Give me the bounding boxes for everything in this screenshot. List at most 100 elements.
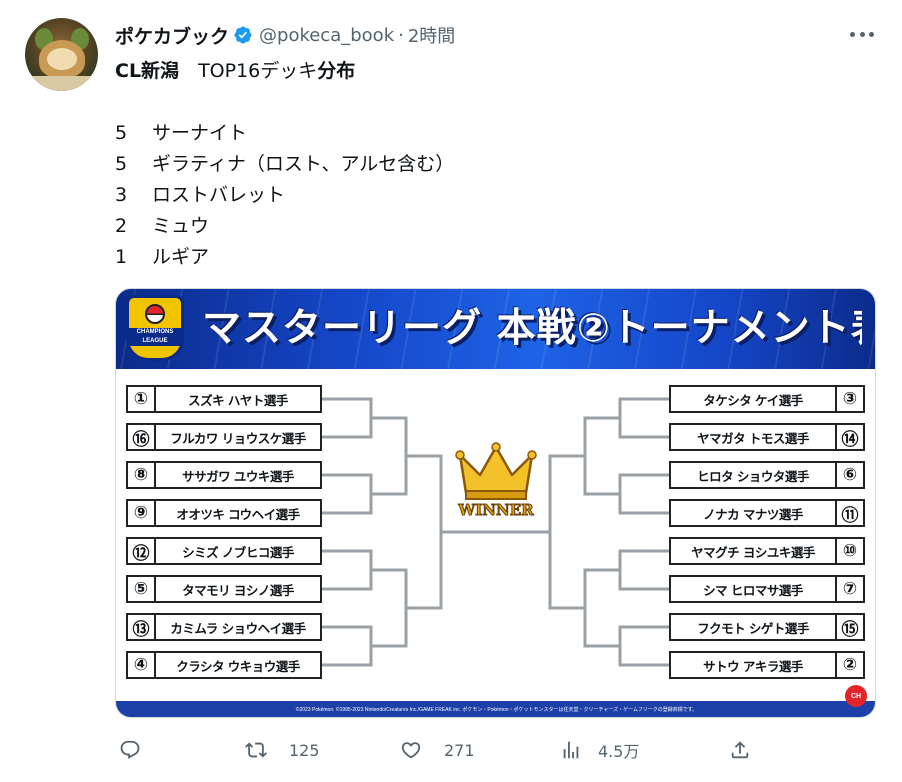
deck-name: ミュウ — [152, 215, 210, 237]
separator-dot: · — [398, 24, 404, 46]
seed-number: ⑭ — [835, 425, 863, 450]
player-name: スズキ ハヤト選手 — [188, 392, 288, 408]
seed-number: ⑮ — [835, 615, 863, 640]
player-name: ヒロタ ショウタ選手 — [697, 468, 809, 484]
player-name: フルカワ リョウスケ選手 — [170, 430, 306, 446]
player-name: タケシタ ケイ選手 — [703, 392, 803, 408]
seed-number: ④ — [128, 653, 156, 677]
reply-icon — [120, 740, 140, 759]
player-name: シミズ ノブヒコ選手 — [182, 544, 294, 560]
deck-name: ルギア — [152, 246, 210, 268]
timestamp[interactable]: 2時間 — [408, 22, 455, 48]
bracket-slot: ⑧ ササガワ ユウキ選手 — [126, 461, 322, 489]
deck-count: 3 — [115, 184, 128, 206]
seed-number: ⑯ — [128, 425, 156, 450]
deck-count: 1 — [115, 246, 128, 268]
player-name: カミムラ ショウヘイ選手 — [170, 620, 306, 636]
bracket-slot: ⑫ シミズ ノブヒコ選手 — [126, 537, 322, 565]
bracket-slot: ⑨ オオツキ コウヘイ選手 — [126, 499, 322, 527]
player-name: クラシタ ウキョウ選手 — [176, 658, 300, 674]
bracket-slot: ⑦ シマ ヒロマサ選手 — [669, 575, 865, 603]
retweet-count: 125 — [289, 740, 320, 760]
deck-name: ギラティナ（ロスト、アルセ含む） — [152, 153, 455, 175]
list-item: 2 ミュウ — [115, 211, 875, 242]
list-item: 5 サーナイト — [115, 118, 875, 149]
seed-number: ② — [835, 653, 863, 677]
seed-number: ③ — [835, 387, 863, 411]
title-bold-2: 分布 — [317, 60, 356, 82]
bracket-slot: ⑬ カミムラ ショウヘイ選手 — [126, 613, 322, 641]
retweet-icon — [245, 742, 267, 758]
tweet-media-image[interactable]: CHAMPIONS LEAGUE マスターリーグ 本戦②トーナメント表 ① スズ… — [115, 288, 876, 718]
views-count: 4.5万 — [598, 742, 640, 761]
bracket-slot: ⑩ ヤマグチ ヨシユキ選手 — [669, 537, 865, 565]
bracket-slot: ⑭ ヤマガタ トモス選手 — [669, 423, 865, 451]
like-button[interactable]: 271 — [400, 735, 475, 765]
tweet-actions: 125 271 4.5万 — [115, 735, 875, 765]
player-name: シマ ヒロマサ選手 — [703, 582, 803, 598]
bracket-slot: ④ クラシタ ウキョウ選手 — [126, 651, 322, 679]
tweet-header: ポケカブック @pokeca_book · 2時間 — [115, 22, 455, 48]
tweet-title: CL新潟 TOP16デッキ分布 — [115, 56, 875, 87]
tournament-bracket: ① スズキ ハヤト選手 ⑯ フルカワ リョウスケ選手 ⑧ ササガワ ユウキ選手 ⑨ オオ… — [116, 369, 875, 701]
champions-league-logo: CHAMPIONS LEAGUE — [126, 295, 184, 361]
title-plain: TOP16デッキ — [179, 60, 318, 82]
deck-count: 5 — [115, 122, 128, 144]
corner-logo: CH — [845, 685, 867, 707]
like-count: 271 — [444, 740, 475, 760]
deck-count: 2 — [115, 215, 128, 237]
seed-number: ① — [128, 387, 156, 411]
views-button[interactable]: 4.5万 — [560, 735, 639, 765]
player-name: オオツキ コウヘイ選手 — [176, 506, 300, 522]
bracket-slot: ⑯ フルカワ リョウスケ選手 — [126, 423, 322, 451]
deck-distribution-list: 5 サーナイト 5 ギラティナ（ロスト、アルセ含む） 3 ロストバレット 2 ミュウ 1… — [115, 118, 875, 273]
bracket-slot: ⑥ ヒロタ ショウタ選手 — [669, 461, 865, 489]
seed-number: ⑪ — [835, 501, 863, 526]
avatar[interactable] — [25, 18, 98, 91]
player-name: サトウ アキラ選手 — [703, 658, 803, 674]
seed-number: ⑥ — [835, 463, 863, 487]
tournament-banner: CHAMPIONS LEAGUE マスターリーグ 本戦②トーナメント表 — [116, 289, 875, 369]
share-button[interactable] — [729, 735, 751, 765]
verified-badge-icon — [233, 25, 253, 45]
copyright-bar: ©2023 Pokémon. ©1995-2023 Nintendo/Creat… — [116, 701, 875, 717]
bracket-slot: ⑮ フクモト シゲト選手 — [669, 613, 865, 641]
seed-number: ⑫ — [128, 539, 156, 564]
seed-number: ⑨ — [128, 501, 156, 525]
winner-label: WINNER — [457, 501, 534, 519]
copyright-text: ©2023 Pokémon. ©1995-2023 Nintendo/Creat… — [295, 707, 698, 713]
seed-number: ⑤ — [128, 577, 156, 601]
bracket-slot: ② サトウ アキラ選手 — [669, 651, 865, 679]
winner-crown: WINNER — [446, 441, 546, 521]
heart-icon — [401, 742, 421, 759]
player-name: タマモリ ヨシノ選手 — [182, 582, 294, 598]
handle[interactable]: @pokeca_book — [259, 25, 394, 46]
seed-number: ⑦ — [835, 577, 863, 601]
seed-number: ⑩ — [835, 539, 863, 563]
retweet-button[interactable]: 125 — [245, 735, 320, 765]
list-item: 5 ギラティナ（ロスト、アルセ含む） — [115, 149, 875, 180]
seed-number: ⑧ — [128, 463, 156, 487]
player-name: フクモト シゲト選手 — [697, 620, 809, 636]
bracket-slot: ⑤ タマモリ ヨシノ選手 — [126, 575, 322, 603]
title-bold-1: CL新潟 — [115, 60, 180, 82]
reply-button[interactable] — [119, 735, 163, 765]
views-chart-icon — [563, 741, 579, 759]
player-name: ヤマグチ ヨシユキ選手 — [691, 544, 815, 560]
bracket-slot: ③ タケシタ ケイ選手 — [669, 385, 865, 413]
more-dots-icon[interactable] — [850, 24, 874, 44]
banner-title: マスターリーグ 本戦②トーナメント表 — [202, 306, 862, 351]
list-item: 1 ルギア — [115, 242, 875, 273]
player-name: ノナカ マナツ選手 — [703, 506, 803, 522]
bracket-slot: ⑪ ノナカ マナツ選手 — [669, 499, 865, 527]
seed-number: ⑬ — [128, 615, 156, 640]
deck-name: ロストバレット — [152, 184, 286, 206]
tweet-text: CL新潟 TOP16デッキ分布 5 サーナイト 5 ギラティナ（ロスト、アルセ含む）… — [115, 56, 875, 273]
deck-count: 5 — [115, 153, 128, 175]
share-icon — [731, 741, 749, 759]
deck-name: サーナイト — [152, 122, 248, 144]
display-name[interactable]: ポケカブック — [115, 22, 229, 49]
bracket-slot: ① スズキ ハヤト選手 — [126, 385, 322, 413]
player-name: ヤマガタ トモス選手 — [697, 430, 809, 446]
player-name: ササガワ ユウキ選手 — [182, 468, 294, 484]
